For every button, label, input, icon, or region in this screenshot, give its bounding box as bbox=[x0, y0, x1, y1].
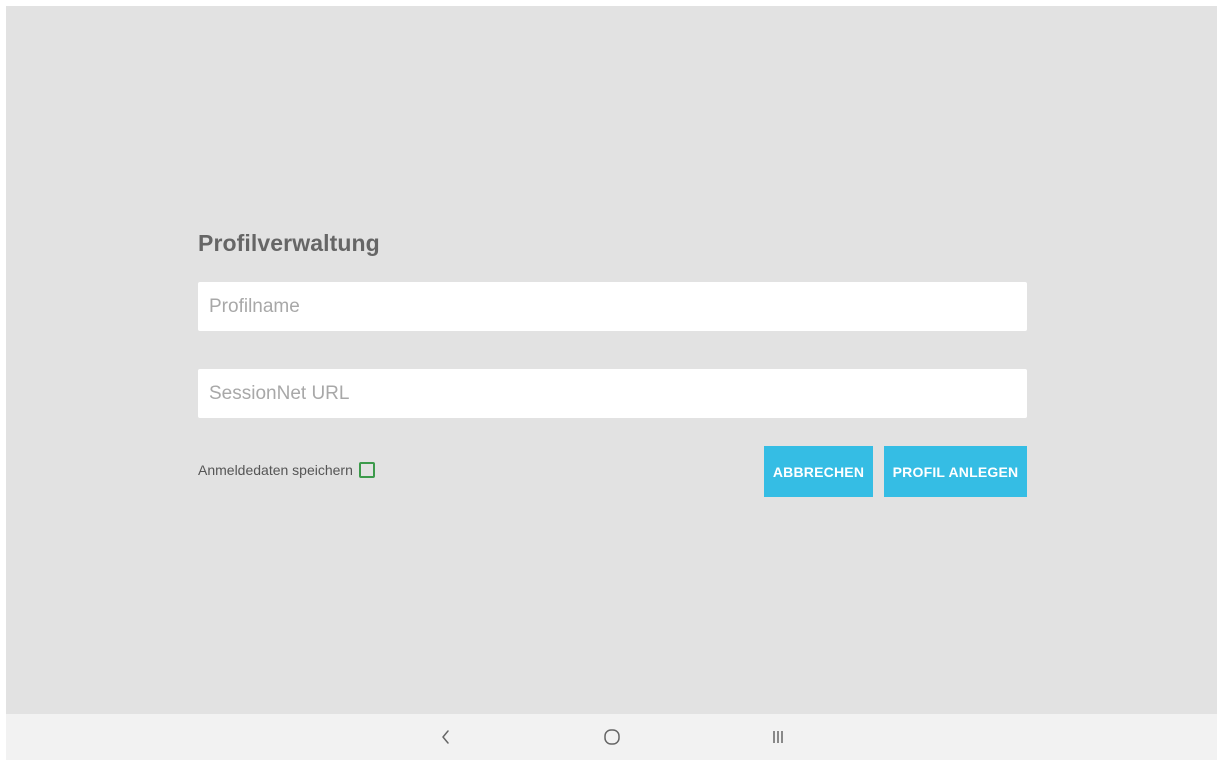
remember-credentials-row: Anmeldedaten speichern bbox=[198, 459, 375, 481]
sessionnet-url-input[interactable] bbox=[198, 369, 1027, 418]
nav-home-button[interactable] bbox=[582, 714, 642, 760]
profilname-input[interactable] bbox=[198, 282, 1027, 331]
cancel-button[interactable]: ABBRECHEN bbox=[764, 446, 873, 497]
system-navigation-bar bbox=[6, 714, 1217, 760]
nav-back-button[interactable] bbox=[416, 714, 476, 760]
app-screen: Profilverwaltung Anmeldedaten speichern … bbox=[6, 6, 1217, 760]
create-profile-button[interactable]: PROFIL ANLEGEN bbox=[884, 446, 1027, 497]
chevron-left-icon bbox=[442, 730, 449, 744]
home-circle-icon bbox=[604, 729, 620, 745]
recent-apps-icon bbox=[773, 731, 783, 743]
nav-recent-apps-button[interactable] bbox=[748, 714, 808, 760]
remember-credentials-label: Anmeldedaten speichern bbox=[198, 462, 353, 478]
page-title: Profilverwaltung bbox=[198, 230, 380, 256]
remember-credentials-checkbox[interactable] bbox=[358, 462, 375, 478]
profile-form: Profilverwaltung Anmeldedaten speichern … bbox=[6, 6, 1217, 714]
